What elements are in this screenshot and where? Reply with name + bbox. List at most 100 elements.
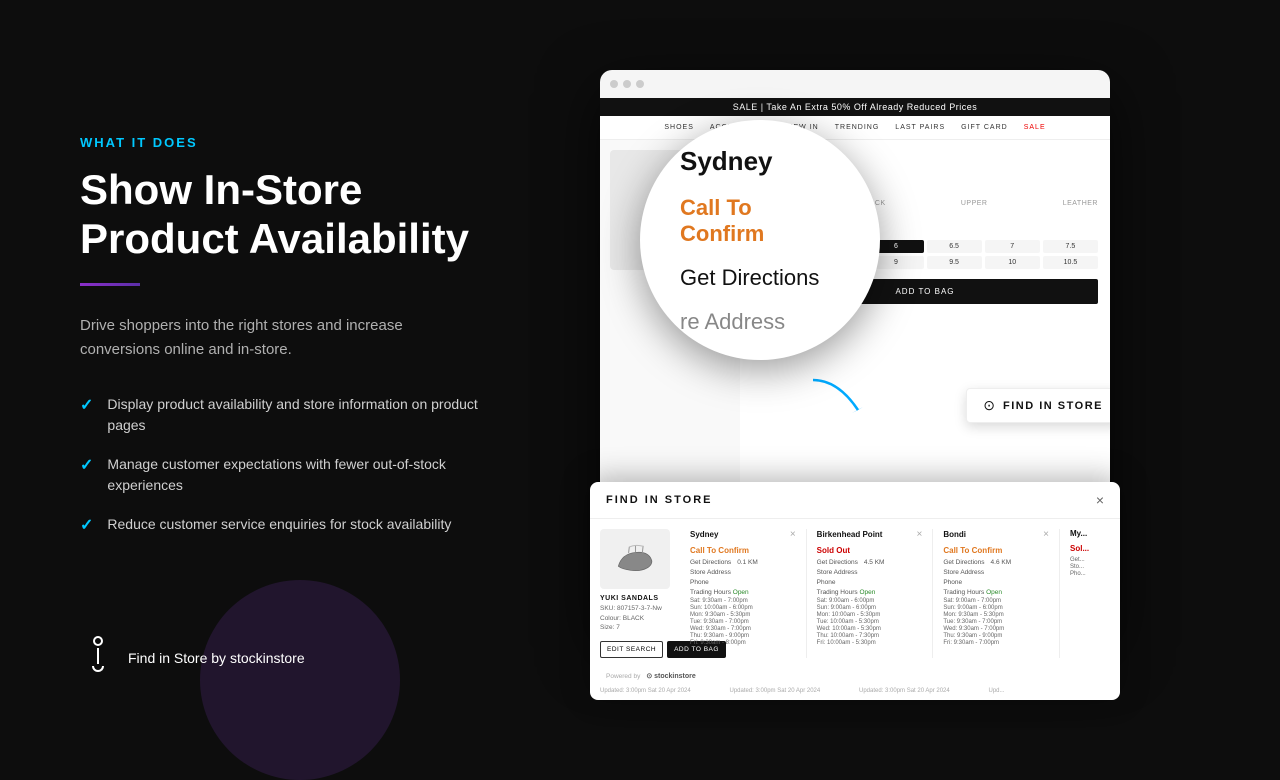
sydney-wed: Wed: 9:30am - 7:00pm (690, 626, 796, 632)
checklist-text-3: Reduce customer service enquiries for st… (107, 514, 451, 535)
sydney-sat: Sat: 9:30am - 7:00pm (690, 598, 796, 604)
birkenhead-wed: Wed: 10:00am - 5:30pm (817, 626, 923, 632)
store-birkenhead-hours-label: Trading Hours Open (817, 589, 923, 596)
updated-bondi: Updated: 3:00pm Sat 20 Apr 2024 (859, 688, 981, 694)
birkenhead-thu: Thu: 10:00am - 7:30pm (817, 633, 923, 639)
check-icon-2: ✓ (80, 455, 93, 475)
brand-footer: Find in Store by stockinstore (80, 636, 305, 680)
popup-call-to-confirm[interactable]: Call To Confirm (680, 195, 840, 247)
modal-footer: Powered by ⊙ stockinstore (590, 668, 1120, 686)
modal-shoe-image (600, 529, 670, 589)
browser-dot-3 (636, 80, 644, 88)
find-in-store-bar[interactable]: ⊙ FIND IN STORE (966, 388, 1110, 423)
sydney-sun: Sun: 10:00am - 6:00pm (690, 605, 796, 611)
birkenhead-sat: Sat: 9:00am - 6:00pm (817, 598, 923, 604)
updated-sydney: Updated: 3:00pm Sat 20 Apr 2024 (600, 688, 722, 694)
decorative-circle (200, 580, 400, 780)
sydney-fri: Fri: 9:30am - 8:00pm (690, 640, 796, 646)
store-birkenhead-address: Store Address (817, 569, 923, 576)
stores-list: Sydney × Call To Confirm Get Directions … (690, 529, 1110, 658)
store-bondi-name: Bondi (943, 530, 966, 539)
nav-gift-card: GIFT CARD (961, 124, 1008, 131)
store-birkenhead: Birkenhead Point × Sold Out Get Directio… (817, 529, 923, 658)
store-birkenhead-directions: Get Directions 4.5 KM (817, 559, 923, 566)
main-title: Show In-Store Product Availability (80, 166, 500, 263)
store-nav: SHOES ACCESSORIES NEW IN TRENDING LAST P… (600, 116, 1110, 140)
birkenhead-sun: Sun: 9:00am - 6:00pm (817, 605, 923, 611)
bondi-sun: Sun: 9:00am - 6:00pm (943, 605, 1049, 611)
popup-arrow (808, 375, 868, 415)
updated-birkenhead: Updated: 3:00pm Sat 20 Apr 2024 (730, 688, 852, 694)
find-in-store-modal: FIND IN STORE × YUKI SANDALS SKU: 807157… (590, 482, 1120, 700)
size-6.5[interactable]: 6.5 (927, 240, 982, 253)
sydney-tue: Tue: 9:30am - 7:00pm (690, 619, 796, 625)
nav-sale: SALE (1024, 124, 1046, 131)
store-sydney: Sydney × Call To Confirm Get Directions … (690, 529, 796, 658)
nav-shoes: SHOES (664, 124, 694, 131)
store-bondi: Bondi × Call To Confirm Get Directions 4… (943, 529, 1049, 658)
store-bondi-directions: Get Directions 4.6 KM (943, 559, 1049, 566)
birkenhead-fri: Fri: 10:00am - 5:30pm (817, 640, 923, 646)
find-in-store-text: FIND IN STORE (1003, 400, 1103, 412)
upper-value: LEATHER (1063, 200, 1098, 207)
modal-content: YUKI SANDALS SKU: 807157-3-7-Nw Colour: … (590, 519, 1120, 668)
brand-pin-icon (80, 636, 116, 680)
popup-get-directions[interactable]: Get Directions (680, 265, 819, 291)
store-birkenhead-name: Birkenhead Point (817, 530, 883, 539)
size-9.5[interactable]: 9.5 (927, 256, 982, 269)
store-birkenhead-phone: Phone (817, 579, 923, 586)
birkenhead-mon: Mon: 10:00am - 5:30pm (817, 612, 923, 618)
updated-partial: Upd... (989, 688, 1111, 694)
store-sydney-name: Sydney (690, 530, 718, 539)
size-7[interactable]: 7 (985, 240, 1040, 253)
bondi-wed: Wed: 9:30am - 7:00pm (943, 626, 1049, 632)
modal-product-name: YUKI SANDALS (600, 595, 680, 602)
size-10[interactable]: 10 (985, 256, 1040, 269)
store-bondi-phone: Phone (943, 579, 1049, 586)
store-banner: SALE | Take An Extra 50% Off Already Red… (600, 98, 1110, 116)
nav-trending: TRENDING (835, 124, 880, 131)
store-sydney-remove[interactable]: × (790, 529, 796, 540)
sydney-mon: Mon: 9:30am - 5:30pm (690, 612, 796, 618)
check-icon-3: ✓ (80, 515, 93, 535)
what-it-does-label: WHAT IT DOES (80, 135, 500, 150)
title-underline (80, 283, 140, 286)
check-icon-1: ✓ (80, 395, 93, 415)
popup-city: Sydney (680, 146, 773, 177)
store-partial-name: My... (1070, 529, 1087, 538)
modal-close-button[interactable]: × (1096, 492, 1104, 508)
bondi-tue: Tue: 9:30am - 7:00pm (943, 619, 1049, 625)
store-bondi-remove[interactable]: × (1043, 529, 1049, 540)
popup-circle: Sydney Call To Confirm Get Directions re… (640, 120, 880, 360)
browser-dot-1 (610, 80, 618, 88)
updated-timestamps: Updated: 3:00pm Sat 20 Apr 2024 Updated:… (590, 686, 1120, 700)
sydney-thu: Thu: 9:30am - 9:00pm (690, 633, 796, 639)
size-7.5[interactable]: 7.5 (1043, 240, 1098, 253)
checklist-text-1: Display product availability and store i… (107, 394, 500, 436)
edit-search-button[interactable]: EDIT SEARCH (600, 641, 663, 658)
store-birkenhead-header: Birkenhead Point × (817, 529, 923, 540)
description: Drive shoppers into the right stores and… (80, 314, 460, 362)
bondi-mon: Mon: 9:30am - 5:30pm (943, 612, 1049, 618)
modal-product-colour: Colour: BLACK (600, 614, 680, 624)
browser-bar (600, 70, 1110, 98)
size-10.5[interactable]: 10.5 (1043, 256, 1098, 269)
browser-dot-2 (623, 80, 631, 88)
store-bondi-hours-label: Trading Hours Open (943, 589, 1049, 596)
modal-header: FIND IN STORE × (590, 482, 1120, 519)
checklist-text-2: Manage customer expectations with fewer … (107, 454, 500, 496)
upper-label: UPPER (961, 200, 988, 207)
store-birkenhead-remove[interactable]: × (917, 529, 923, 540)
find-in-store-icon: ⊙ (983, 397, 995, 414)
popup-store-address: re Address (680, 309, 785, 335)
modal-product-sku: SKU: 807157-3-7-Nw (600, 604, 680, 614)
bondi-sat: Sat: 9:00am - 7:00pm (943, 598, 1049, 604)
birkenhead-tue: Tue: 10:00am - 5:30pm (817, 619, 923, 625)
modal-product-size: Size: 7 (600, 623, 680, 633)
store-partial-status: Sol... (1070, 544, 1110, 553)
modal-product-buttons: EDIT SEARCH ADD TO BAG (600, 641, 680, 658)
left-panel: WHAT IT DOES Show In-Store Product Avail… (0, 0, 580, 720)
modal-title: FIND IN STORE (606, 494, 712, 506)
store-sydney-phone: Phone (690, 579, 796, 586)
store-partial-header: My... (1070, 529, 1110, 538)
